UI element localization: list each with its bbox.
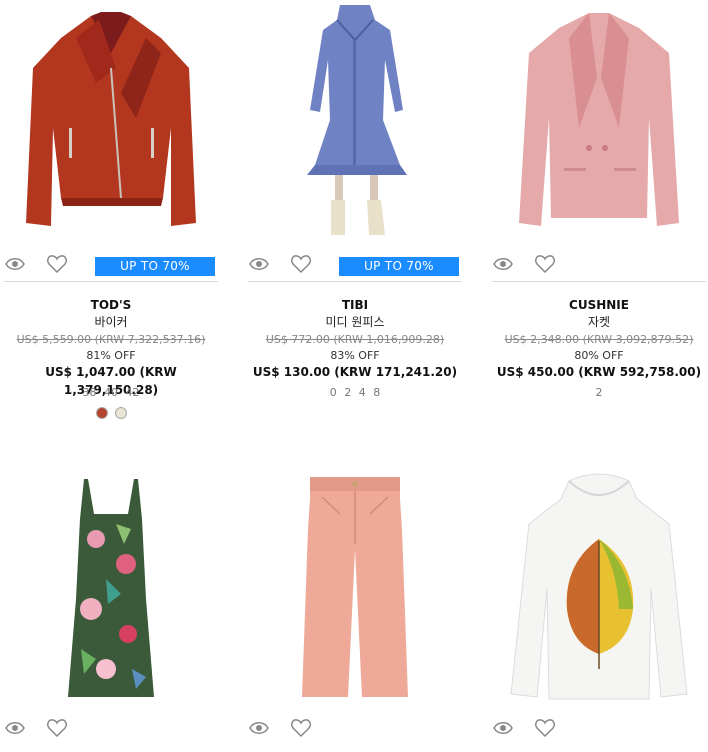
product-card[interactable]: CUSHNIE 자켓 US$ 2,348.00 (KRW 3,092,879.5…	[492, 0, 706, 401]
available-sizes: 0 2 4 8	[329, 386, 381, 399]
product-image[interactable]	[4, 0, 218, 246]
eye-icon[interactable]	[248, 718, 270, 738]
product-actions: UP TO 70%	[248, 246, 462, 282]
product-card[interactable]	[492, 464, 706, 746]
product-actions	[248, 710, 462, 746]
discount-label: 80% OFF	[574, 349, 624, 362]
product-actions	[492, 710, 706, 746]
sale-price: US$ 450.00 (KRW 592,758.00)	[496, 365, 702, 379]
product-info: CUSHNIE 자켓 US$ 2,348.00 (KRW 3,092,879.5…	[492, 282, 706, 401]
sale-price: US$ 1,047.00 (KRW 1,379,150.28)	[45, 365, 177, 397]
heart-icon[interactable]	[534, 254, 556, 274]
product-image[interactable]	[248, 0, 462, 246]
product-actions	[492, 246, 706, 282]
product-card[interactable]	[248, 464, 462, 746]
color-swatch-red[interactable]	[95, 407, 108, 419]
product-image[interactable]	[248, 464, 462, 710]
eye-icon[interactable]	[4, 718, 26, 738]
sale-badge: UP TO 70%	[95, 257, 215, 276]
product-brand[interactable]: CUSHNIE	[492, 297, 706, 314]
product-brand[interactable]: TIBI	[248, 297, 462, 314]
discount-label: 81% OFF	[86, 349, 136, 362]
eye-icon[interactable]	[492, 254, 514, 274]
heart-icon[interactable]	[46, 254, 68, 274]
product-image[interactable]	[4, 464, 218, 710]
original-price: US$ 5,559.00 (KRW 7,322,537.16)	[16, 333, 206, 346]
product-actions: UP TO 70%	[4, 246, 218, 282]
eye-icon[interactable]	[248, 254, 270, 274]
heart-icon[interactable]	[290, 254, 312, 274]
eye-icon[interactable]	[492, 718, 514, 738]
eye-icon[interactable]	[4, 254, 26, 274]
available-sizes: 38 40 42	[82, 386, 140, 399]
original-price: US$ 2,348.00 (KRW 3,092,879.52)	[504, 333, 694, 346]
product-actions	[4, 710, 218, 746]
heart-icon[interactable]	[46, 718, 68, 738]
heart-icon[interactable]	[534, 718, 556, 738]
sale-price: US$ 130.00 (KRW 171,241.20)	[252, 365, 458, 379]
product-info: TOD'S 바이커 US$ 5,559.00 (KRW 7,322,537.16…	[4, 282, 218, 419]
color-swatch-cream[interactable]	[114, 407, 127, 419]
product-card[interactable]: UP TO 70% TIBI 미디 원피스 US$ 772.00 (KRW 1,…	[248, 0, 462, 401]
sale-badge: UP TO 70%	[339, 257, 459, 276]
product-category[interactable]: 자켓	[492, 314, 706, 331]
product-category[interactable]: 바이커	[4, 314, 218, 331]
original-price: US$ 772.00 (KRW 1,016,909.28)	[265, 333, 445, 346]
product-brand[interactable]: TOD'S	[4, 297, 218, 314]
product-category[interactable]: 미디 원피스	[248, 314, 462, 331]
heart-icon[interactable]	[290, 718, 312, 738]
product-card[interactable]	[4, 464, 218, 746]
available-sizes: 2	[595, 386, 603, 399]
product-card[interactable]: UP TO 70% TOD'S 바이커 US$ 5,559.00 (KRW 7,…	[4, 0, 218, 419]
product-image[interactable]	[492, 0, 706, 246]
product-info: TIBI 미디 원피스 US$ 772.00 (KRW 1,016,909.28…	[248, 282, 462, 401]
product-image[interactable]	[492, 464, 706, 710]
color-swatches	[4, 407, 218, 419]
discount-label: 83% OFF	[330, 349, 380, 362]
